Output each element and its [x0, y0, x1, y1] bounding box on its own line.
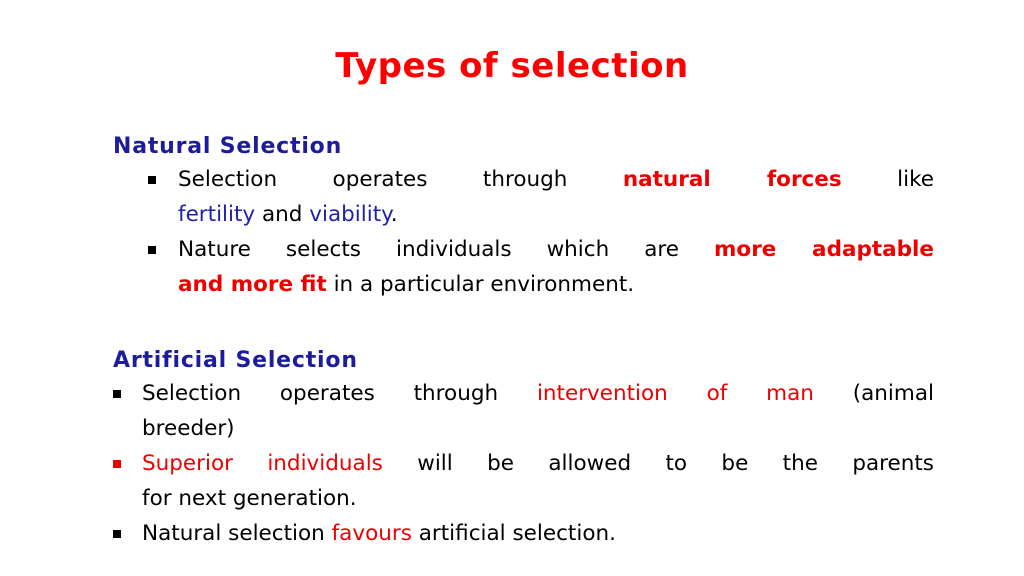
bullet-list-natural-selection: Selection operates through natural force… — [0, 162, 1024, 302]
bullet-line: Nature selects individuals which are mor… — [178, 232, 934, 267]
square-bullet-icon — [113, 390, 121, 398]
slide-title: Types of selection — [335, 46, 689, 86]
section-heading-natural-selection: Natural Selection — [113, 134, 343, 159]
bullet-line: Natural selection favours artificial sel… — [142, 516, 934, 551]
bullet-list-artificial-selection: Selection operates through intervention … — [0, 376, 1024, 551]
bullet-item: Selection operates through natural force… — [0, 162, 1024, 232]
text-run: like — [841, 167, 935, 192]
text-run: favours — [331, 521, 412, 546]
text-run: natural forces — [622, 167, 842, 192]
bullet-line: breeder) — [142, 411, 934, 446]
bullet-line: and more fit in a particular environment… — [178, 267, 934, 302]
text-run: for next generation. — [142, 486, 357, 511]
text-run: viability — [309, 202, 391, 227]
text-run: Natural selection — [142, 521, 332, 546]
text-run: Selection operates through — [142, 381, 537, 406]
text-run: Selection operates through — [178, 167, 623, 192]
text-run: will be allowed to be the parents — [382, 451, 934, 476]
bullet-item: Nature selects individuals which are mor… — [0, 232, 1024, 302]
text-run: Superior individuals — [142, 451, 383, 476]
text-run: more adaptable — [714, 237, 934, 262]
text-run: (animal — [813, 381, 935, 406]
bullet-line: Selection operates through intervention … — [142, 376, 934, 411]
section-natural-selection: Natural Selection Selection operates thr… — [0, 132, 1024, 302]
text-run: and more fit — [178, 272, 327, 297]
text-run: intervention of man — [536, 381, 814, 406]
section-artificial-selection: Artificial Selection Selection operates … — [0, 346, 1024, 551]
square-bullet-icon — [113, 460, 121, 468]
section-heading-artificial-selection: Artificial Selection — [113, 348, 358, 373]
bullet-line: for next generation. — [142, 481, 934, 516]
text-run: in a particular environment. — [326, 272, 635, 297]
text-run: breeder) — [142, 416, 235, 441]
square-bullet-icon — [148, 176, 156, 184]
square-bullet-icon — [113, 530, 121, 538]
text-run: . — [390, 202, 398, 227]
bullet-item: Selection operates through intervention … — [0, 376, 1024, 446]
bullet-line: Selection operates through natural force… — [178, 162, 934, 197]
text-run: fertility — [178, 202, 256, 227]
bullet-line: Superior individuals will be allowed to … — [142, 446, 934, 481]
slide-body: Natural Selection Selection operates thr… — [0, 132, 1024, 551]
text-run: artificial selection. — [411, 521, 616, 546]
text-run: Nature selects individuals which are — [178, 237, 715, 262]
bullet-item: Superior individuals will be allowed to … — [0, 446, 1024, 516]
bullet-item: Natural selection favours artificial sel… — [0, 516, 1024, 551]
text-run: and — [255, 202, 310, 227]
square-bullet-icon — [148, 246, 156, 254]
slide-canvas: Types of selection Natural Selection Sel… — [0, 0, 1024, 576]
bullet-line: fertility and viability. — [178, 197, 934, 232]
